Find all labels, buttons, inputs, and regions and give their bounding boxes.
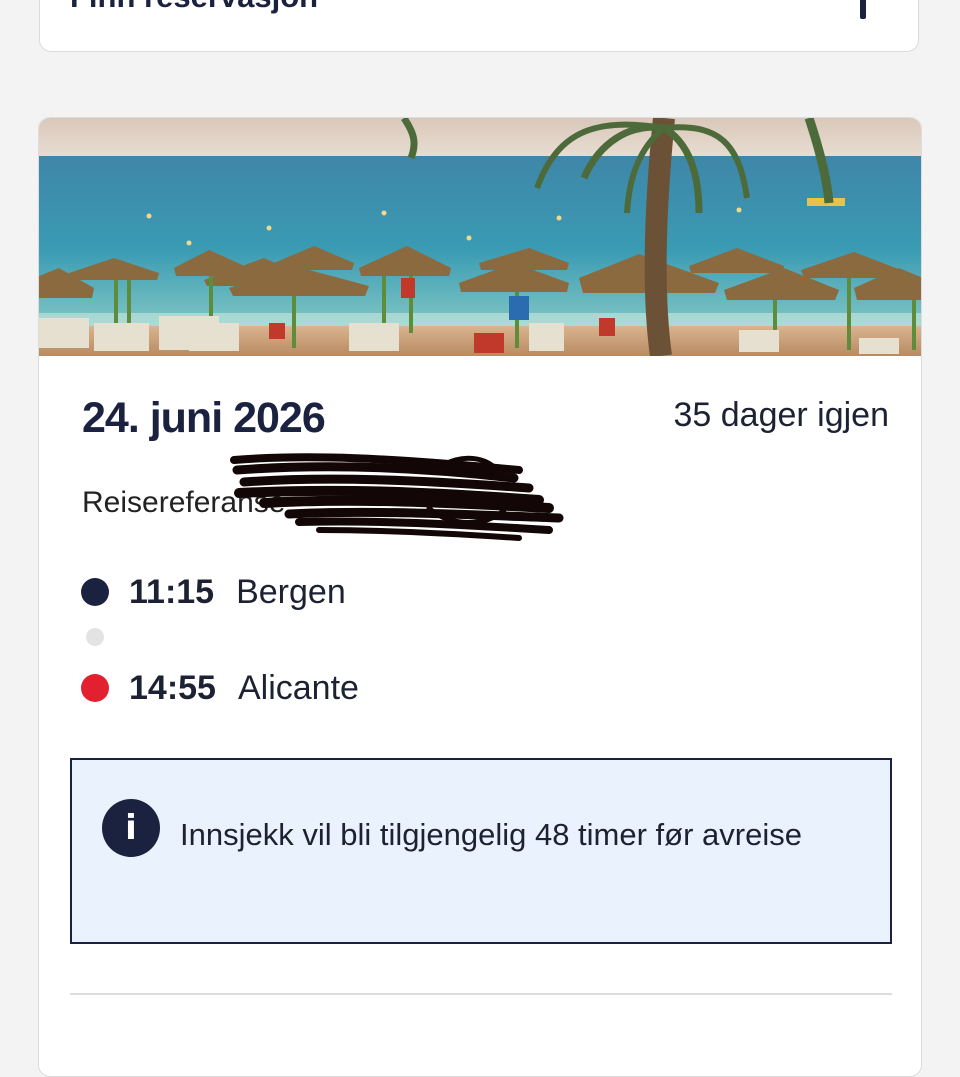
divider	[70, 993, 892, 995]
arrival-city: Alicante	[237, 668, 359, 707]
redacted-reference-scribble	[230, 453, 564, 541]
check-in-info-box: i Innsjekk vil bli tilgjengelig 48 timer…	[70, 758, 892, 944]
arrival-stop: 14:55 Alicante	[81, 668, 359, 708]
arrival-dot	[81, 674, 109, 702]
trip-card[interactable]: 24. juni 2026 35 dager igjen Reiserefera…	[38, 117, 922, 1077]
departure-time: 11:15	[129, 572, 215, 611]
departure-dot	[81, 578, 109, 606]
departure-city: Bergen	[236, 572, 346, 611]
find-reservation-title: Finn reservasjon	[70, 0, 318, 15]
check-in-info-text: Innsjekk vil bli tilgjengelig 48 timer f…	[180, 817, 802, 852]
info-icon: i	[102, 799, 160, 857]
route-connector-dot	[86, 628, 104, 646]
days-remaining: 35 dager igjen	[673, 396, 889, 434]
arrival-time: 14:55	[129, 668, 216, 707]
expand-icon[interactable]	[860, 0, 866, 19]
find-reservation-card[interactable]: Finn reservasjon	[39, 0, 919, 52]
departure-date: 24. juni 2026	[82, 394, 326, 442]
destination-beach-image	[39, 118, 921, 356]
departure-stop: 11:15 Bergen	[81, 572, 346, 612]
